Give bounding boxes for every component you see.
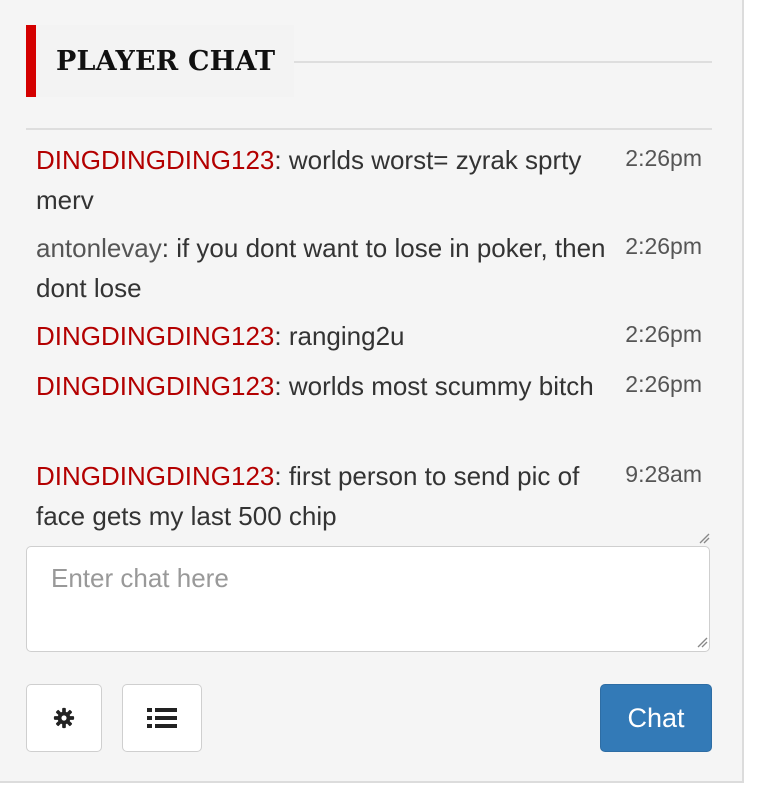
message-time: 9:28am	[625, 461, 702, 487]
chat-send-button[interactable]: Chat	[600, 684, 712, 752]
chat-message: DINGDINGDING123: ranging2u 2:26pm	[36, 316, 712, 356]
chat-message: DINGDINGDING123: first person to send pi…	[36, 456, 712, 536]
chat-input[interactable]	[26, 546, 710, 652]
message-username[interactable]: DINGDINGDING123	[36, 145, 274, 175]
list-icon	[147, 708, 177, 728]
settings-button[interactable]	[26, 684, 102, 752]
header-accent-bar	[26, 25, 36, 97]
gear-icon	[53, 707, 75, 729]
message-body: DINGDINGDING123: worlds most scummy bitc…	[36, 366, 608, 406]
message-time: 2:26pm	[625, 145, 702, 171]
chat-header: PLAYER CHAT	[26, 25, 712, 97]
resize-grip-icon[interactable]	[698, 532, 710, 544]
page-title: PLAYER CHAT	[56, 46, 276, 77]
message-text: : ranging2u	[274, 321, 405, 351]
message-body: DINGDINGDING123: ranging2u	[36, 316, 608, 356]
message-time: 2:26pm	[625, 233, 702, 259]
chat-message: DINGDINGDING123: worlds worst= zyrak spr…	[36, 140, 712, 220]
list-button[interactable]	[122, 684, 202, 752]
message-username[interactable]: DINGDINGDING123	[36, 461, 274, 491]
message-body: DINGDINGDING123: first person to send pi…	[36, 456, 608, 536]
message-username[interactable]: DINGDINGDING123	[36, 371, 274, 401]
player-chat-panel: PLAYER CHAT DINGDINGDING123: worlds wors…	[0, 0, 744, 783]
message-text: : worlds most scummy bitch	[274, 371, 594, 401]
chat-message: antonlevay: if you dont want to lose in …	[36, 228, 712, 308]
chat-message: DINGDINGDING123: worlds most scummy bitc…	[36, 366, 712, 406]
chat-log[interactable]: DINGDINGDING123: worlds worst= zyrak spr…	[26, 128, 712, 546]
message-time: 2:26pm	[625, 371, 702, 397]
message-body: antonlevay: if you dont want to lose in …	[36, 228, 608, 308]
resize-grip-icon[interactable]	[696, 636, 708, 648]
header-divider	[294, 61, 712, 63]
message-time: 2:26pm	[625, 321, 702, 347]
message-username[interactable]: antonlevay	[36, 233, 162, 263]
message-body: DINGDINGDING123: worlds worst= zyrak spr…	[36, 140, 608, 220]
message-username[interactable]: DINGDINGDING123	[36, 321, 274, 351]
